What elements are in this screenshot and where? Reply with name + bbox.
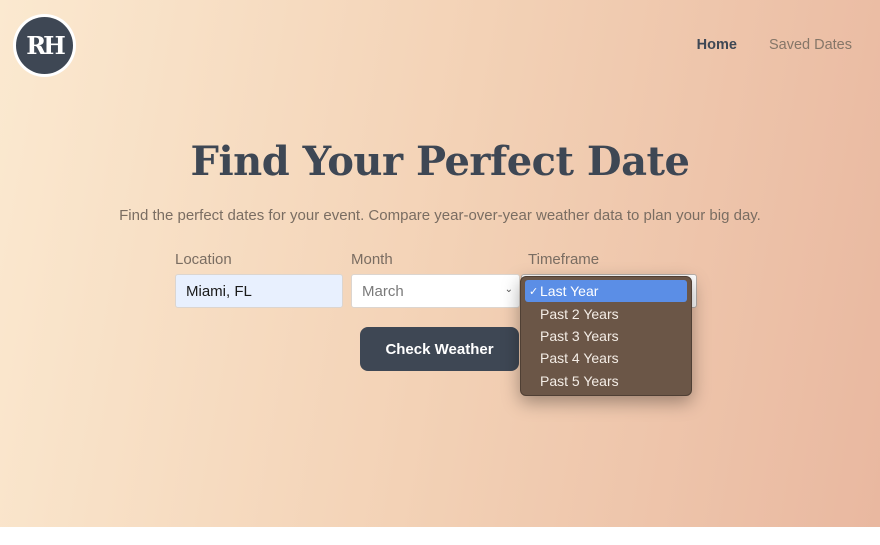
location-input-value: Miami, FL: [186, 282, 252, 300]
page-subtitle: Find the perfect dates for your event. C…: [119, 207, 761, 224]
timeframe-option-label: Past 2 Years: [540, 305, 619, 322]
location-input[interactable]: Miami, FL: [175, 274, 343, 308]
timeframe-option-label: Past 3 Years: [540, 327, 619, 344]
page-title: Find Your Perfect Date: [190, 138, 690, 185]
logo[interactable]: RH: [13, 14, 76, 77]
logo-monogram: RH: [16, 17, 73, 74]
timeframe-dropdown-menu: ✓ Last Year Past 2 Years Past 3 Years Past 4…: [520, 276, 692, 396]
top-nav: Home Saved Dates: [697, 37, 852, 53]
nav-home-link[interactable]: Home: [697, 37, 737, 53]
location-label: Location: [175, 251, 232, 268]
nav-saved-dates-link[interactable]: Saved Dates: [769, 37, 852, 53]
month-select[interactable]: March ⌄: [351, 274, 520, 308]
month-select-value: March: [362, 282, 404, 300]
timeframe-option-label: Past 5 Years: [540, 372, 619, 389]
timeframe-option[interactable]: Past 2 Years: [525, 302, 687, 324]
month-label: Month: [351, 251, 393, 268]
timeframe-option[interactable]: Past 4 Years: [525, 347, 687, 369]
checkmark-icon: ✓: [529, 285, 539, 298]
timeframe-option[interactable]: ✓ Last Year: [525, 280, 687, 303]
check-weather-button[interactable]: Check Weather: [360, 327, 519, 371]
timeframe-option[interactable]: Past 3 Years: [525, 325, 687, 347]
timeframe-option-label: Last Year: [540, 283, 599, 300]
chevron-down-icon: ⌄: [504, 284, 513, 295]
hero-section: RH Home Saved Dates Find Your Perfect Da…: [0, 0, 880, 527]
timeframe-option[interactable]: Past 5 Years: [525, 370, 687, 392]
timeframe-option-label: Past 4 Years: [540, 350, 619, 367]
timeframe-label: Timeframe: [528, 251, 600, 268]
